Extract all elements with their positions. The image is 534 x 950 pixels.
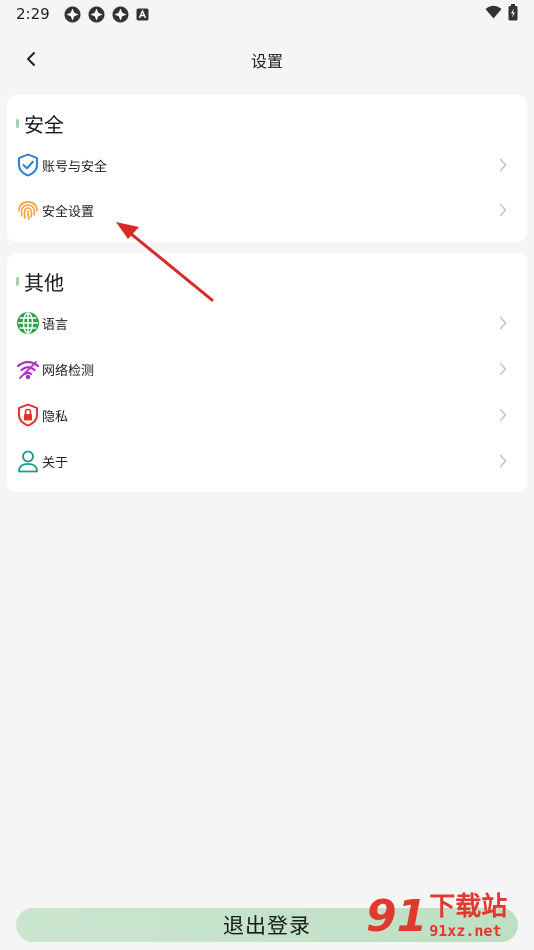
shield-check-icon — [16, 153, 40, 177]
a-badge-icon — [136, 8, 149, 21]
chevron-right-icon — [499, 157, 511, 173]
person-icon — [16, 449, 40, 473]
settings-item-label: 安全设置 — [42, 204, 95, 220]
other-card: 其他 语言 网络检测 隐私 关于 — [7, 253, 527, 492]
section-header-security: 安全 — [16, 109, 64, 138]
settings-item-label: 网络检测 — [42, 363, 95, 379]
section-accent-bar — [16, 119, 19, 128]
settings-item-label: 关于 — [42, 455, 69, 471]
battery-icon — [508, 3, 518, 25]
status-bar: 2:29 — [0, 0, 534, 28]
wifi-signal-icon — [16, 357, 40, 381]
settings-item-account-security[interactable]: 账号与安全 — [7, 145, 527, 185]
settings-item-network-check[interactable]: 网络检测 — [7, 349, 527, 389]
settings-item-privacy[interactable]: 隐私 — [7, 395, 527, 435]
chevron-right-icon — [499, 361, 511, 377]
security-card: 安全 账号与安全 安全设置 — [7, 95, 527, 242]
settings-item-about[interactable]: 关于 — [7, 441, 527, 481]
logout-button[interactable]: 退出登录 — [16, 908, 518, 942]
app-icon — [64, 6, 81, 23]
status-time: 2:29 — [16, 5, 50, 23]
wifi-icon — [485, 5, 502, 23]
section-title: 安全 — [24, 113, 64, 137]
chevron-left-icon — [26, 51, 36, 71]
settings-item-security-settings[interactable]: 安全设置 — [7, 190, 527, 230]
top-bar: 设置 — [0, 38, 534, 82]
settings-item-label: 语言 — [42, 317, 69, 333]
fingerprint-icon — [16, 198, 40, 222]
chevron-right-icon — [499, 453, 511, 469]
chevron-right-icon — [499, 407, 511, 423]
section-accent-bar — [16, 277, 19, 286]
globe-icon — [16, 311, 40, 335]
back-button[interactable] — [16, 46, 46, 76]
page-title: 设置 — [250, 52, 283, 71]
section-header-other: 其他 — [16, 267, 64, 296]
lock-shield-icon — [16, 403, 40, 427]
settings-item-language[interactable]: 语言 — [7, 303, 527, 343]
section-title: 其他 — [24, 271, 64, 295]
app-icon — [88, 6, 105, 23]
chevron-right-icon — [499, 315, 511, 331]
chevron-right-icon — [499, 202, 511, 218]
settings-item-label: 隐私 — [42, 409, 69, 425]
settings-item-label: 账号与安全 — [42, 159, 108, 175]
app-icon — [112, 6, 129, 23]
